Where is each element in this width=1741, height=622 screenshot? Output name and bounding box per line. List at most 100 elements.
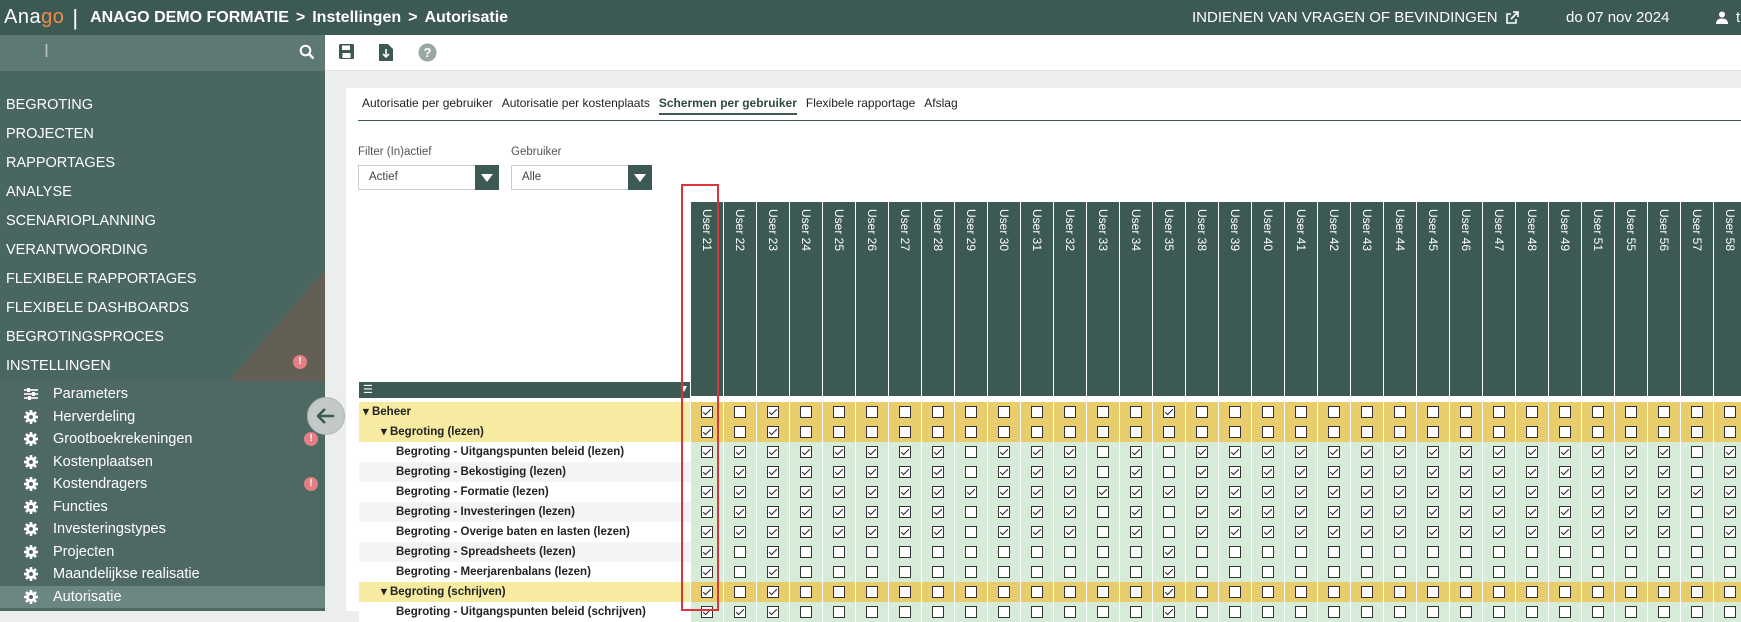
permission-checkbox[interactable] (1625, 426, 1637, 438)
permission-checkbox[interactable] (1031, 486, 1043, 498)
permission-checkbox[interactable] (965, 566, 977, 578)
permission-checkbox[interactable] (932, 466, 944, 478)
permission-checkbox[interactable] (800, 486, 812, 498)
permission-checkbox[interactable] (1328, 566, 1340, 578)
permission-checkbox[interactable] (1559, 446, 1571, 458)
permission-checkbox[interactable] (1460, 546, 1472, 558)
permission-checkbox[interactable] (1394, 426, 1406, 438)
permission-checkbox[interactable] (701, 566, 713, 578)
permission-checkbox[interactable] (998, 586, 1010, 598)
permission-checkbox[interactable] (1361, 466, 1373, 478)
user-column-header[interactable]: User 43 (1350, 202, 1383, 396)
permission-checkbox[interactable] (932, 566, 944, 578)
permission-checkbox[interactable] (1295, 546, 1307, 558)
permission-checkbox[interactable] (1031, 566, 1043, 578)
permission-checkbox[interactable] (1229, 486, 1241, 498)
permission-checkbox[interactable] (899, 506, 911, 518)
permission-checkbox[interactable] (965, 526, 977, 538)
permission-checkbox[interactable] (1625, 546, 1637, 558)
user-column-header[interactable]: User 46 (1449, 202, 1482, 396)
permission-checkbox[interactable] (1493, 426, 1505, 438)
permission-checkbox[interactable] (1394, 506, 1406, 518)
permission-checkbox[interactable] (1724, 606, 1736, 618)
menu-item-scenarioplanning[interactable]: SCENARIOPLANNING (6, 207, 196, 236)
permission-checkbox[interactable] (1229, 446, 1241, 458)
permission-checkbox[interactable] (1559, 406, 1571, 418)
permission-checkbox[interactable] (1394, 606, 1406, 618)
permission-checkbox[interactable] (932, 526, 944, 538)
permission-checkbox[interactable] (1031, 426, 1043, 438)
permission-checkbox[interactable] (1328, 466, 1340, 478)
permission-checkbox[interactable] (800, 546, 812, 558)
permission-checkbox[interactable] (1130, 446, 1142, 458)
permission-checkbox[interactable] (1658, 406, 1670, 418)
filter-icon[interactable] (681, 386, 687, 392)
permission-checkbox[interactable] (767, 546, 779, 558)
permission-checkbox[interactable] (1427, 526, 1439, 538)
permission-checkbox[interactable] (1328, 546, 1340, 558)
permission-checkbox[interactable] (1493, 506, 1505, 518)
permission-checkbox[interactable] (1064, 526, 1076, 538)
report-issues-link[interactable]: INDIENEN VAN VRAGEN OF BEVINDINGEN (1192, 0, 1519, 35)
submenu-item-parameters[interactable]: Parameters (0, 383, 325, 406)
permission-checkbox[interactable] (899, 566, 911, 578)
permission-checkbox[interactable] (899, 486, 911, 498)
tab-schermen-per-gebruiker[interactable]: Schermen per gebruiker (658, 96, 797, 115)
permission-checkbox[interactable] (1031, 586, 1043, 598)
menu-item-instellingen[interactable]: INSTELLINGEN (6, 352, 196, 381)
permission-checkbox[interactable] (866, 566, 878, 578)
permission-checkbox[interactable] (899, 426, 911, 438)
expand-caret-icon[interactable]: ▾ (363, 406, 372, 418)
permission-checkbox[interactable] (1328, 406, 1340, 418)
permission-checkbox[interactable] (1361, 486, 1373, 498)
permission-checkbox[interactable] (833, 446, 845, 458)
permission-checkbox[interactable] (899, 406, 911, 418)
permission-checkbox[interactable] (899, 526, 911, 538)
permission-checkbox[interactable] (998, 546, 1010, 558)
permission-checkbox[interactable] (734, 526, 746, 538)
permission-checkbox[interactable] (1460, 426, 1472, 438)
permission-checkbox[interactable] (1130, 606, 1142, 618)
permission-checkbox[interactable] (734, 586, 746, 598)
permission-checkbox[interactable] (734, 506, 746, 518)
permission-checkbox[interactable] (1196, 466, 1208, 478)
row-label[interactable]: Begroting - Overige baten en lasten (lez… (359, 522, 690, 542)
permission-checkbox[interactable] (701, 606, 713, 618)
permission-checkbox[interactable] (1691, 586, 1703, 598)
menu-item-begroting[interactable]: BEGROTING (6, 91, 196, 120)
permission-checkbox[interactable] (1097, 606, 1109, 618)
permission-checkbox[interactable] (965, 586, 977, 598)
permission-checkbox[interactable] (734, 446, 746, 458)
permission-checkbox[interactable] (1031, 506, 1043, 518)
permission-checkbox[interactable] (932, 586, 944, 598)
search-icon[interactable] (299, 44, 315, 60)
permission-checkbox[interactable] (1493, 486, 1505, 498)
permission-checkbox[interactable] (1229, 566, 1241, 578)
permission-checkbox[interactable] (1196, 546, 1208, 558)
menu-item-flexibele-rapportages[interactable]: FLEXIBELE RAPPORTAGES (6, 265, 196, 294)
permission-checkbox[interactable] (1658, 606, 1670, 618)
permission-checkbox[interactable] (1361, 526, 1373, 538)
permission-checkbox[interactable] (701, 506, 713, 518)
permission-checkbox[interactable] (1460, 506, 1472, 518)
permission-checkbox[interactable] (1130, 406, 1142, 418)
user-column-header[interactable]: User 33 (1086, 202, 1119, 396)
permission-checkbox[interactable] (998, 486, 1010, 498)
permission-checkbox[interactable] (1295, 446, 1307, 458)
permission-checkbox[interactable] (1625, 606, 1637, 618)
permission-checkbox[interactable] (1361, 506, 1373, 518)
permission-checkbox[interactable] (1229, 586, 1241, 598)
permission-checkbox[interactable] (932, 606, 944, 618)
permission-checkbox[interactable] (1427, 586, 1439, 598)
user-column-header[interactable]: User 34 (1119, 202, 1152, 396)
permission-checkbox[interactable] (1691, 526, 1703, 538)
permission-checkbox[interactable] (1691, 406, 1703, 418)
permission-checkbox[interactable] (767, 606, 779, 618)
permission-checkbox[interactable] (1460, 566, 1472, 578)
permission-checkbox[interactable] (1163, 586, 1175, 598)
permission-checkbox[interactable] (1196, 446, 1208, 458)
permission-checkbox[interactable] (1295, 466, 1307, 478)
permission-checkbox[interactable] (1163, 426, 1175, 438)
permission-checkbox[interactable] (1592, 526, 1604, 538)
permission-checkbox[interactable] (965, 606, 977, 618)
